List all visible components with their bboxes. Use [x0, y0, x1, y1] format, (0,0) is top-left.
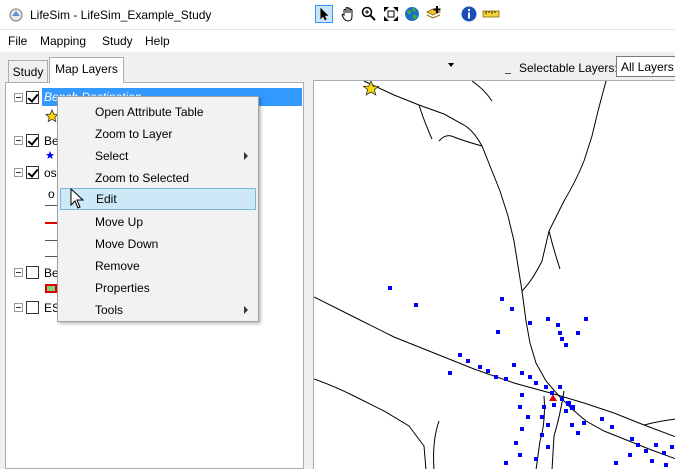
polygon-icon [45, 284, 57, 293]
selectable-layers-select[interactable]: All Layers [616, 56, 675, 77]
layer-checkbox[interactable] [26, 266, 39, 279]
menu-zoom-to-selected[interactable]: Zoom to Selected [60, 167, 256, 189]
panel-splitter[interactable] [306, 52, 312, 469]
line-icon [45, 256, 57, 257]
road-lines [314, 81, 675, 469]
menu-move-up[interactable]: Move Up [60, 211, 256, 233]
layer-label[interactable]: os [44, 166, 57, 180]
title-bar: LifeSim - LifeSim_Example_Study [0, 0, 675, 30]
map-drawing [314, 81, 675, 469]
layer-checkbox[interactable] [26, 91, 39, 104]
menu-tools[interactable]: Tools [60, 299, 256, 321]
line-icon [45, 240, 57, 241]
tab-map-layers[interactable]: Map Layers [49, 57, 124, 83]
destination-star-icon [362, 81, 380, 96]
add-layer-icon[interactable] [425, 5, 443, 23]
full-extent-icon[interactable] [382, 5, 400, 23]
line-icon [45, 205, 57, 206]
layer-checkbox[interactable] [26, 301, 39, 314]
dropdown-icon[interactable] [447, 61, 455, 69]
menu-mapping[interactable]: Mapping [40, 34, 86, 48]
menu-select[interactable]: Select [60, 145, 256, 167]
structure-points [388, 286, 674, 467]
menu-edit[interactable]: Edit [60, 188, 256, 210]
menu-properties[interactable]: Properties [60, 277, 256, 299]
line-icon [45, 222, 57, 224]
menu-remove[interactable]: Remove [60, 255, 256, 277]
legend-fragment: o [48, 187, 55, 201]
menu-open-attribute-table[interactable]: Open Attribute Table [60, 101, 256, 123]
window-title: LifeSim - LifeSim_Example_Study [30, 8, 212, 22]
select-arrow-icon[interactable] [315, 5, 333, 23]
app-icon [9, 8, 23, 22]
measure-icon[interactable] [482, 5, 500, 23]
mouse-cursor-icon [70, 188, 84, 209]
pan-hand-icon[interactable] [339, 5, 357, 23]
submenu-arrow-icon [244, 306, 248, 314]
selectable-layers-label: Selectable Layers: [519, 61, 618, 75]
expander-icon[interactable] [14, 93, 23, 102]
tab-study[interactable]: Study [8, 60, 48, 82]
toolbar-overflow-icon[interactable] [505, 68, 511, 74]
point-icon [46, 151, 54, 159]
menu-study[interactable]: Study [102, 34, 133, 48]
zoom-in-icon[interactable] [360, 5, 378, 23]
identify-icon[interactable] [460, 5, 478, 23]
menu-move-down[interactable]: Move Down [60, 233, 256, 255]
layer-checkbox[interactable] [26, 134, 39, 147]
expander-icon[interactable] [14, 268, 23, 277]
expander-icon[interactable] [14, 168, 23, 177]
menu-zoom-to-layer[interactable]: Zoom to Layer [60, 123, 256, 145]
layer-context-menu: Open Attribute Table Zoom to Layer Selec… [57, 96, 259, 322]
menu-file[interactable]: File [8, 34, 27, 48]
submenu-arrow-icon [244, 152, 248, 160]
expander-icon[interactable] [14, 303, 23, 312]
globe-icon[interactable] [403, 5, 421, 23]
layer-checkbox[interactable] [26, 166, 39, 179]
expander-icon[interactable] [14, 136, 23, 145]
map-canvas[interactable] [313, 80, 675, 469]
menu-help[interactable]: Help [145, 34, 170, 48]
menu-bar: File Mapping Study Help [0, 30, 675, 52]
